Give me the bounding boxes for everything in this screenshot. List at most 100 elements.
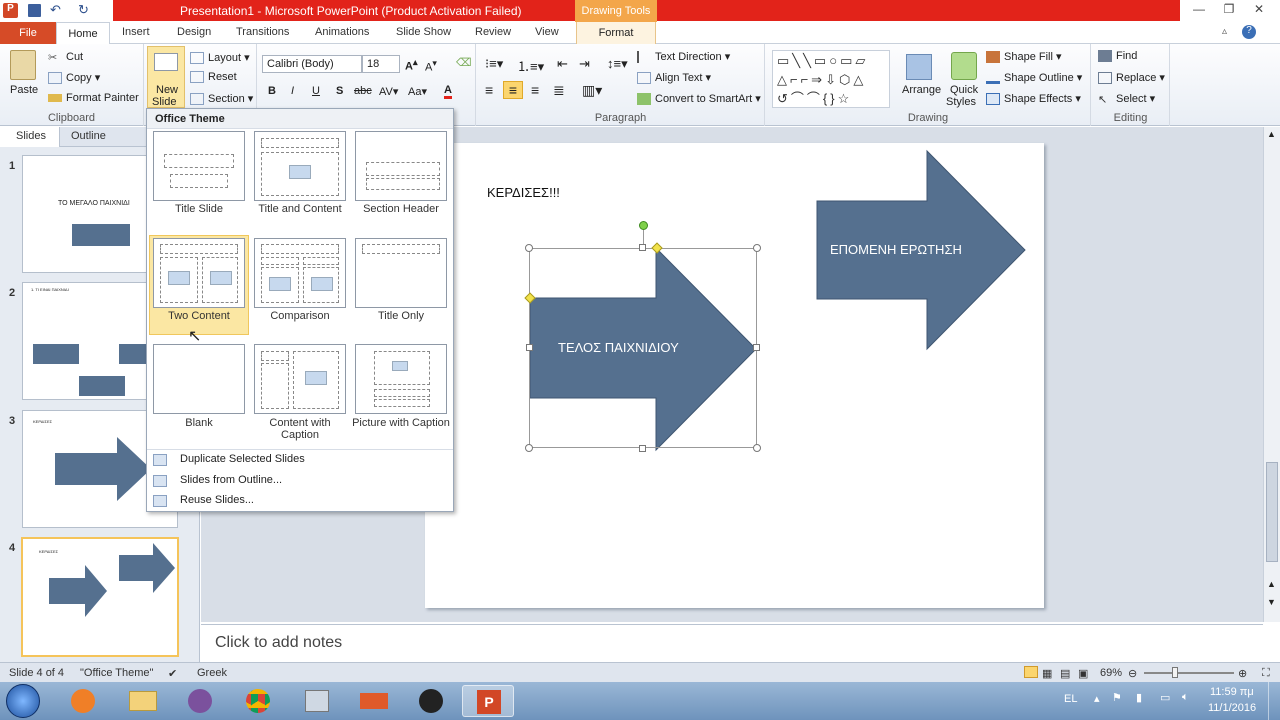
zoom-level[interactable]: 69% (1100, 667, 1122, 679)
help-icon[interactable]: ? (1242, 25, 1256, 39)
rotation-handle[interactable] (639, 221, 648, 230)
close-button[interactable]: ✕ (1248, 2, 1270, 18)
shadow-icon[interactable]: S (336, 85, 343, 97)
tab-animations[interactable]: Animations (315, 26, 369, 38)
spellcheck-icon[interactable]: ✔ (168, 667, 177, 680)
tab-home[interactable]: Home (56, 22, 110, 45)
tab-outline[interactable]: Outline (71, 130, 106, 142)
duplicate-selected-slides-item[interactable]: Duplicate Selected Slides (180, 453, 305, 465)
zoom-slider-thumb[interactable] (1172, 667, 1178, 678)
new-slide-button[interactable]: New Slide (147, 46, 185, 108)
normal-view-icon[interactable] (1024, 666, 1038, 678)
resize-handle[interactable] (639, 445, 646, 452)
undo-icon[interactable]: ↶ (50, 2, 61, 18)
line-spacing-icon[interactable]: ↕≡▾ (607, 56, 628, 72)
decrease-indent-icon[interactable]: ⇤ (557, 56, 568, 72)
input-language[interactable]: EL (1064, 693, 1077, 705)
save-icon[interactable] (28, 4, 41, 17)
minimize-ribbon-icon[interactable]: ▵ (1222, 26, 1227, 37)
obs-icon[interactable] (405, 685, 457, 717)
shape-effects-button[interactable]: Shape Effects ▾ (986, 92, 1081, 106)
minimize-button[interactable]: — (1188, 2, 1210, 18)
tab-insert[interactable]: Insert (122, 26, 150, 38)
layout-section-header[interactable] (355, 131, 447, 201)
resize-handle[interactable] (525, 244, 533, 252)
media-player-icon[interactable] (57, 685, 109, 717)
action-center-icon[interactable]: ⚑ (1112, 691, 1122, 704)
text-direction-button[interactable]: Text Direction ▾ (637, 50, 730, 64)
clock-time[interactable]: 11:59 πμ (1210, 686, 1254, 698)
scroll-up-icon[interactable]: ▲ (1267, 129, 1276, 139)
slide-thumbnail-4[interactable]: ΚΕΡΔΙΣΕΣ (21, 537, 179, 657)
zoom-slider[interactable] (1144, 672, 1234, 674)
layout-title-and-content[interactable] (254, 131, 346, 201)
shape-fill-button[interactable]: Shape Fill ▾ (986, 50, 1062, 64)
layout-blank[interactable] (153, 344, 245, 414)
italic-icon[interactable]: I (291, 85, 294, 97)
paste-button[interactable]: Paste (10, 84, 38, 96)
layout-button[interactable]: Layout ▾ (190, 51, 250, 65)
layout-content-with-caption[interactable] (254, 344, 346, 414)
scroll-thumb[interactable] (1266, 462, 1278, 562)
zoom-out-icon[interactable]: ⊖ (1128, 667, 1137, 680)
language-indicator[interactable]: Greek (197, 667, 227, 679)
slide-text-kerdises[interactable]: ΚΕΡΔΙΣΕΣ!!! (487, 185, 560, 200)
tab-review[interactable]: Review (475, 26, 511, 38)
font-name-combo[interactable]: Calibri (Body) (262, 55, 362, 73)
layout-title-slide[interactable] (153, 131, 245, 201)
restore-button[interactable]: ❐ (1218, 2, 1240, 18)
format-painter-button[interactable]: Format Painter (48, 92, 139, 104)
numbering-icon[interactable]: ⒈≡▾ (517, 56, 544, 75)
slide-sorter-icon[interactable]: ▦ (1042, 667, 1052, 680)
shapes-gallery[interactable]: ▭╲╲▭○▭▱ △⌐⌐⇒⇩⬡△ ↺⌒⌒{}☆ (772, 50, 890, 108)
reading-view-icon[interactable]: ▤ (1060, 667, 1070, 680)
presentation-app-icon[interactable] (348, 685, 400, 717)
powerpoint-logo-icon[interactable]: P (3, 3, 18, 18)
paste-icon[interactable] (10, 50, 36, 80)
layout-two-content[interactable] (153, 238, 245, 308)
volume-icon[interactable]: 🔈︎ (1182, 691, 1189, 704)
slides-from-outline-item[interactable]: Slides from Outline... (180, 474, 282, 486)
quick-styles-label-2[interactable]: Styles (946, 96, 976, 108)
resize-handle[interactable] (526, 344, 533, 351)
resize-handle[interactable] (753, 344, 760, 351)
section-button[interactable]: Section ▾ (190, 92, 253, 106)
shrink-font-icon[interactable]: A▾ (425, 58, 437, 74)
viber-icon[interactable] (174, 685, 226, 717)
underline-icon[interactable]: U (312, 85, 320, 97)
resize-handle[interactable] (753, 444, 761, 452)
align-center-icon[interactable]: ≡ (503, 81, 523, 99)
replace-button[interactable]: Replace ▾ (1098, 71, 1165, 85)
tab-file[interactable]: File (0, 22, 56, 44)
power-icon[interactable]: ▭ (1160, 691, 1170, 704)
slideshow-view-icon[interactable]: ▣ (1078, 667, 1088, 680)
justify-icon[interactable]: ≣ (553, 82, 565, 99)
show-hidden-icons[interactable]: ▴ (1094, 692, 1100, 705)
layout-title-only[interactable] (355, 238, 447, 308)
next-slide-icon[interactable]: ▼ (1267, 597, 1276, 607)
clear-format-icon[interactable]: ⌫ (456, 56, 472, 69)
bullets-icon[interactable]: ⁝≡▾ (485, 56, 503, 72)
network-icon[interactable]: ▮ (1136, 691, 1142, 704)
select-button[interactable]: ↖ Select ▾ (1098, 92, 1155, 106)
start-button-icon[interactable] (6, 684, 40, 718)
align-left-icon[interactable]: ≡ (485, 82, 493, 98)
copy-button[interactable]: Copy ▾ (48, 71, 100, 85)
arrange-icon[interactable] (906, 54, 932, 80)
layout-picture-with-caption[interactable] (355, 344, 447, 414)
show-desktop-button[interactable] (1268, 682, 1280, 720)
char-spacing-icon[interactable]: AV▾ (379, 85, 398, 98)
font-size-combo[interactable]: 18 (362, 55, 400, 73)
vertical-scrollbar[interactable]: ▲ ▲ ▼ (1263, 127, 1280, 622)
tab-view[interactable]: View (535, 26, 559, 38)
align-right-icon[interactable]: ≡ (531, 82, 539, 98)
convert-smartart-button[interactable]: Convert to SmartArt ▾ (637, 92, 761, 106)
redo-icon[interactable]: ↻ (78, 2, 89, 18)
tab-slide-show[interactable]: Slide Show (396, 26, 451, 38)
quick-styles-label[interactable]: Quick (950, 84, 978, 96)
powerpoint-taskbar-icon[interactable]: P (462, 685, 514, 717)
bold-icon[interactable]: B (268, 85, 276, 97)
resize-handle[interactable] (525, 444, 533, 452)
arrange-button[interactable]: Arrange (902, 84, 941, 96)
shape-outline-button[interactable]: Shape Outline ▾ (986, 71, 1082, 85)
